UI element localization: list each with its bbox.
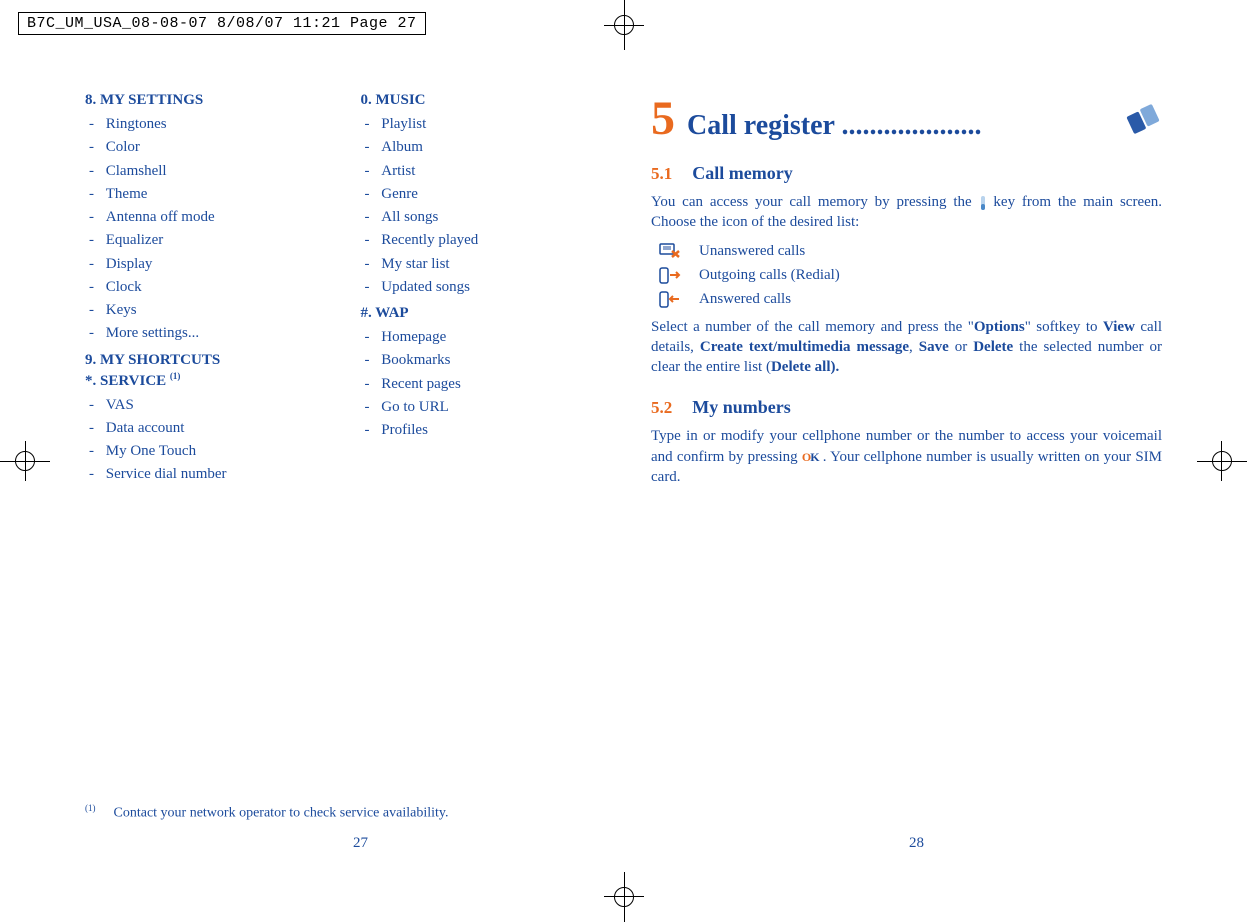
list-item: Genre [383,183,597,206]
list-item: Album [383,136,597,159]
list-item: Color [107,136,321,159]
list-item: Service dial number [107,463,321,486]
phone-icon [1124,103,1162,135]
bold-text: Options [974,319,1025,335]
footnote-marker: (1) [85,803,96,813]
subsection-title: Call memory [692,163,792,184]
page-right: 5 Call register .................... 5.1… [636,85,1167,852]
print-header: B7C_UM_USA_08-08-07 8/08/07 11:21 Page 2… [18,12,426,35]
list-item: All songs [383,206,597,229]
footnote: (1) Contact your network operator to chec… [85,803,448,822]
text-run: Select a number of the call memory and p… [651,319,974,335]
bold-text: View [1103,319,1135,335]
subsection-title: My numbers [692,397,791,418]
bold-text: Delete [973,339,1013,355]
call-label: Outgoing calls (Redial) [699,267,840,284]
list-item: Data account [107,417,321,440]
list-item: Ringtones [107,113,321,136]
section-title: 8. MY SETTINGS [85,92,321,109]
section-items: VAS Data account My One Touch Service di… [107,394,321,487]
section-items: Homepage Bookmarks Recent pages Go to UR… [383,326,597,442]
subsection-heading: 5.1 Call memory [651,163,1162,184]
answered-calls-icon [659,291,681,309]
crop-circle-top [614,15,634,35]
section-items: Ringtones Color Clamshell Theme Antenna … [107,113,321,346]
chapter-number: 5 [651,95,675,143]
footnote-text: Contact your network operator to check s… [114,806,449,821]
section-title-text: *. SERVICE [85,373,170,389]
page-number: 27 [85,835,636,852]
list-item: Clock [107,276,321,299]
crop-circle-left [15,451,35,471]
page-number: 28 [651,835,1182,852]
footnote-ref: (1) [170,371,181,381]
list-item: Clamshell [107,160,321,183]
left-column-1: 8. MY SETTINGS Ringtones Color Clamshell… [85,90,321,493]
list-item: Artist [383,160,597,183]
bold-text: Delete all). [771,359,839,375]
call-row: Outgoing calls (Redial) [659,267,1162,285]
body-paragraph: Type in or modify your cellphone number … [651,426,1162,487]
outgoing-calls-icon [659,267,681,285]
list-item: Updated songs [383,276,597,299]
subsection-heading: 5.2 My numbers [651,397,1162,418]
section-title: *. SERVICE (1) [85,371,321,390]
list-item: My star list [383,253,597,276]
list-item: Recently played [383,229,597,252]
chapter-title: Call register .................... [687,110,1112,142]
section-title: 0. MUSIC [361,92,597,109]
bold-text: Save [919,339,949,355]
list-item: Keys [107,299,321,322]
text-run: , [909,339,919,355]
list-item: Playlist [383,113,597,136]
list-item: Bookmarks [383,349,597,372]
list-item: More settings... [107,322,321,345]
subsection-number: 5.1 [651,164,672,184]
left-column-2: 0. MUSIC Playlist Album Artist Genre All… [361,90,597,493]
unanswered-calls-icon [659,243,681,261]
ok-key-icon: OK [802,449,819,465]
list-item: Theme [107,183,321,206]
call-label: Unanswered calls [699,243,805,260]
list-item: My One Touch [107,440,321,463]
list-item: Equalizer [107,229,321,252]
crop-circle-bottom [614,887,634,907]
list-item: Recent pages [383,373,597,396]
body-paragraph: You can access your call memory by press… [651,192,1162,233]
subsection-number: 5.2 [651,398,672,418]
chapter-heading: 5 Call register .................... [651,95,1162,143]
body-paragraph: Select a number of the call memory and p… [651,317,1162,378]
list-item: VAS [107,394,321,417]
section-items: Playlist Album Artist Genre All songs Re… [383,113,597,299]
call-row: Unanswered calls [659,243,1162,261]
list-item: Antenna off mode [107,206,321,229]
section-title: 9. MY SHORTCUTS [85,352,321,369]
page-spread: 8. MY SETTINGS Ringtones Color Clamshell… [85,85,1167,852]
crop-circle-right [1212,451,1232,471]
text-run: or [949,339,973,355]
key-icon [979,196,987,210]
text-run: " softkey to [1025,319,1103,335]
bold-text: Create text/multimedia message [700,339,909,355]
list-item: Go to URL [383,396,597,419]
text-run: You can access your call memory by press… [651,194,979,210]
call-label: Answered calls [699,291,791,308]
section-title: #. WAP [361,305,597,322]
list-item: Profiles [383,419,597,442]
call-type-list: Unanswered calls Outgoing calls (Redial)… [651,243,1162,309]
page-left: 8. MY SETTINGS Ringtones Color Clamshell… [85,85,636,852]
list-item: Homepage [383,326,597,349]
list-item: Display [107,253,321,276]
call-row: Answered calls [659,291,1162,309]
